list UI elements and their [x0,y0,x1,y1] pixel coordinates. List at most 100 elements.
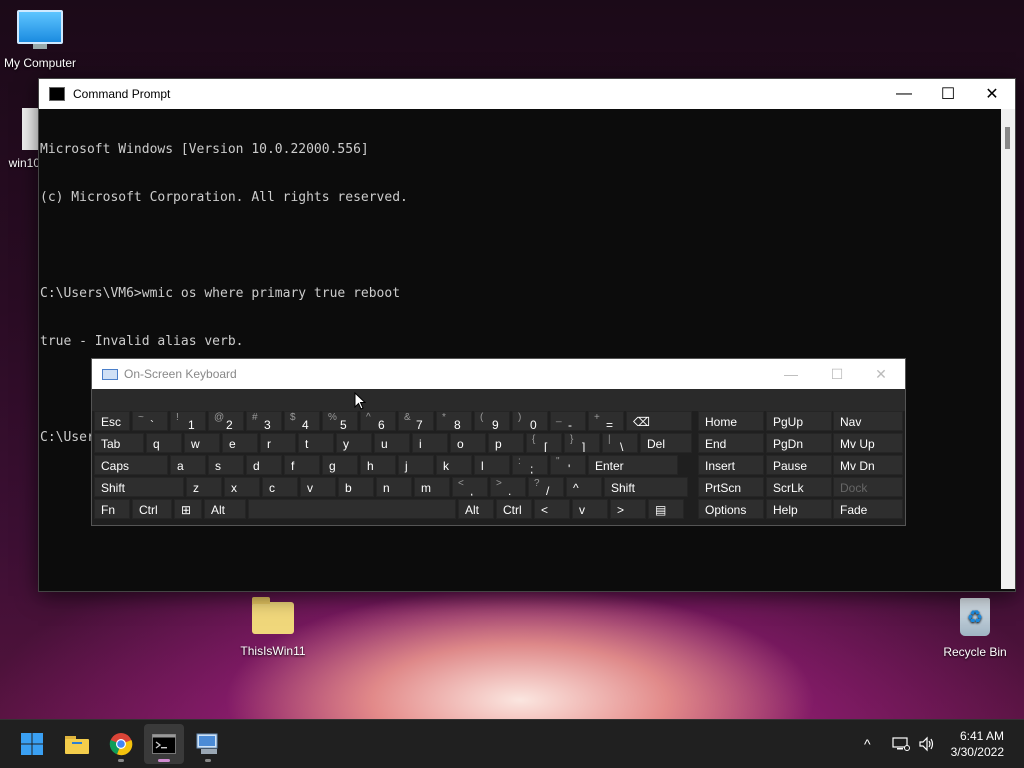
osk-key[interactable]: < [534,499,570,519]
osk-nav-key[interactable]: Pause [766,455,832,475]
osk-key[interactable]: ⌫ [626,411,692,431]
minimize-button[interactable]: — [881,79,927,109]
osk-key[interactable]: Esc [94,411,130,431]
background-window-sliver[interactable] [22,108,38,150]
osk-key[interactable]: @2 [208,411,244,431]
osk-key[interactable]: }] [564,433,600,453]
osk-nav-key[interactable]: PgUp [766,411,832,431]
osk-key[interactable]: Alt [204,499,246,519]
osk-key[interactable]: m [414,477,450,497]
osk-key[interactable]: s [208,455,244,475]
osk-key[interactable]: Alt [458,499,494,519]
osk-key[interactable]: f [284,455,320,475]
osk-key[interactable]: q [146,433,182,453]
osk-key[interactable]: n [376,477,412,497]
osk-key[interactable]: + = [588,411,624,431]
desktop-icon-my-computer[interactable]: My Computer [0,10,80,70]
osk-key[interactable]: t [298,433,334,453]
osk-key[interactable]: _ - [550,411,586,431]
osk-nav-key[interactable]: Help [766,499,832,519]
start-button[interactable] [12,724,52,764]
osk-key[interactable]: a [170,455,206,475]
osk-minimize-button[interactable]: — [771,359,811,389]
taskbar-command-prompt[interactable] [144,724,184,764]
osk-key[interactable]: k [436,455,472,475]
osk-key[interactable]: x [224,477,260,497]
osk-key[interactable]: v [572,499,608,519]
osk-maximize-button[interactable]: ☐ [817,359,857,389]
osk-key[interactable]: g [322,455,358,475]
osk-key[interactable]: Enter [588,455,678,475]
osk-nav-key[interactable]: Home [698,411,764,431]
osk-key[interactable]: Caps [94,455,168,475]
vertical-scrollbar[interactable] [1001,109,1015,589]
on-screen-keyboard-window[interactable]: On-Screen Keyboard — ☐ ✕ Esc ~ `! 1 @2 #3 $4% 5… [91,358,906,526]
osk-key[interactable]: * 8 [436,411,472,431]
osk-key[interactable]: p [488,433,524,453]
osk-key[interactable]: c [262,477,298,497]
osk-key[interactable]: $4 [284,411,320,431]
osk-key[interactable]: d [246,455,282,475]
osk-key[interactable]: u [374,433,410,453]
osk-key[interactable]: Tab [94,433,144,453]
osk-key[interactable]: y [336,433,372,453]
osk-key[interactable]: b [338,477,374,497]
taskbar-file-explorer[interactable] [57,724,97,764]
osk-key[interactable]: ) 0 [512,411,548,431]
osk-key[interactable]: v [300,477,336,497]
osk-key[interactable]: ▤ [648,499,684,519]
osk-key[interactable]: i [412,433,448,453]
osk-key[interactable]: >. [490,477,526,497]
desktop-icon-thisiswin11[interactable]: ThisIsWin11 [233,597,313,658]
osk-key[interactable]: e [222,433,258,453]
osk-nav-key[interactable]: Fade [833,499,903,519]
osk-key[interactable]: Shift [604,477,688,497]
desktop-icon-win10[interactable]: win10 [0,156,40,172]
desktop-icon-recycle-bin[interactable]: ♻ Recycle Bin [935,598,1015,659]
osk-key[interactable]: z [186,477,222,497]
osk-key[interactable]: Fn [94,499,130,519]
tray-overflow-chevron[interactable]: ^ [864,720,871,768]
osk-key[interactable]: :; [512,455,548,475]
osk-key[interactable]: Ctrl [496,499,532,519]
osk-key[interactable] [248,499,456,519]
osk-key[interactable]: > [610,499,646,519]
scrollbar-thumb[interactable] [1005,127,1010,149]
osk-key[interactable]: Ctrl [132,499,172,519]
osk-key[interactable]: <, [452,477,488,497]
osk-nav-key[interactable]: Nav [833,411,903,431]
osk-close-button[interactable]: ✕ [861,359,901,389]
taskbar-remote-desktop[interactable] [188,724,228,764]
osk-key[interactable]: ^ [566,477,602,497]
osk-nav-key[interactable]: Dock [833,477,903,497]
osk-nav-key[interactable]: Options [698,499,764,519]
close-button[interactable]: ✕ [969,79,1015,109]
osk-key[interactable]: {[ [526,433,562,453]
osk-key[interactable]: ~ ` [132,411,168,431]
osk-key[interactable]: | \ [602,433,638,453]
osk-key[interactable]: l [474,455,510,475]
network-status[interactable] [892,720,910,768]
osk-key[interactable]: j [398,455,434,475]
system-clock[interactable]: 6:41 AM 3/30/2022 [951,728,1004,760]
osk-key[interactable]: ⊞ [174,499,202,519]
osk-nav-key[interactable]: ScrLk [766,477,832,497]
osk-nav-key[interactable]: Mv Dn [833,455,903,475]
osk-key[interactable]: (9 [474,411,510,431]
osk-key[interactable]: Shift [94,477,184,497]
osk-key[interactable]: % 5 [322,411,358,431]
osk-key[interactable]: #3 [246,411,282,431]
osk-key[interactable]: w [184,433,220,453]
osk-key[interactable]: ! 1 [170,411,206,431]
window-titlebar[interactable]: Command Prompt — ☐ ✕ [39,79,1015,109]
osk-nav-key[interactable]: PrtScn [698,477,764,497]
osk-key[interactable]: " ' [550,455,586,475]
osk-key[interactable]: r [260,433,296,453]
maximize-button[interactable]: ☐ [925,79,971,109]
osk-titlebar[interactable]: On-Screen Keyboard — ☐ ✕ [92,359,905,389]
osk-nav-key[interactable]: Insert [698,455,764,475]
osk-key[interactable]: o [450,433,486,453]
osk-key[interactable]: ^ 6 [360,411,396,431]
osk-nav-key[interactable]: Mv Up [833,433,903,453]
taskbar-chrome[interactable] [101,724,141,764]
